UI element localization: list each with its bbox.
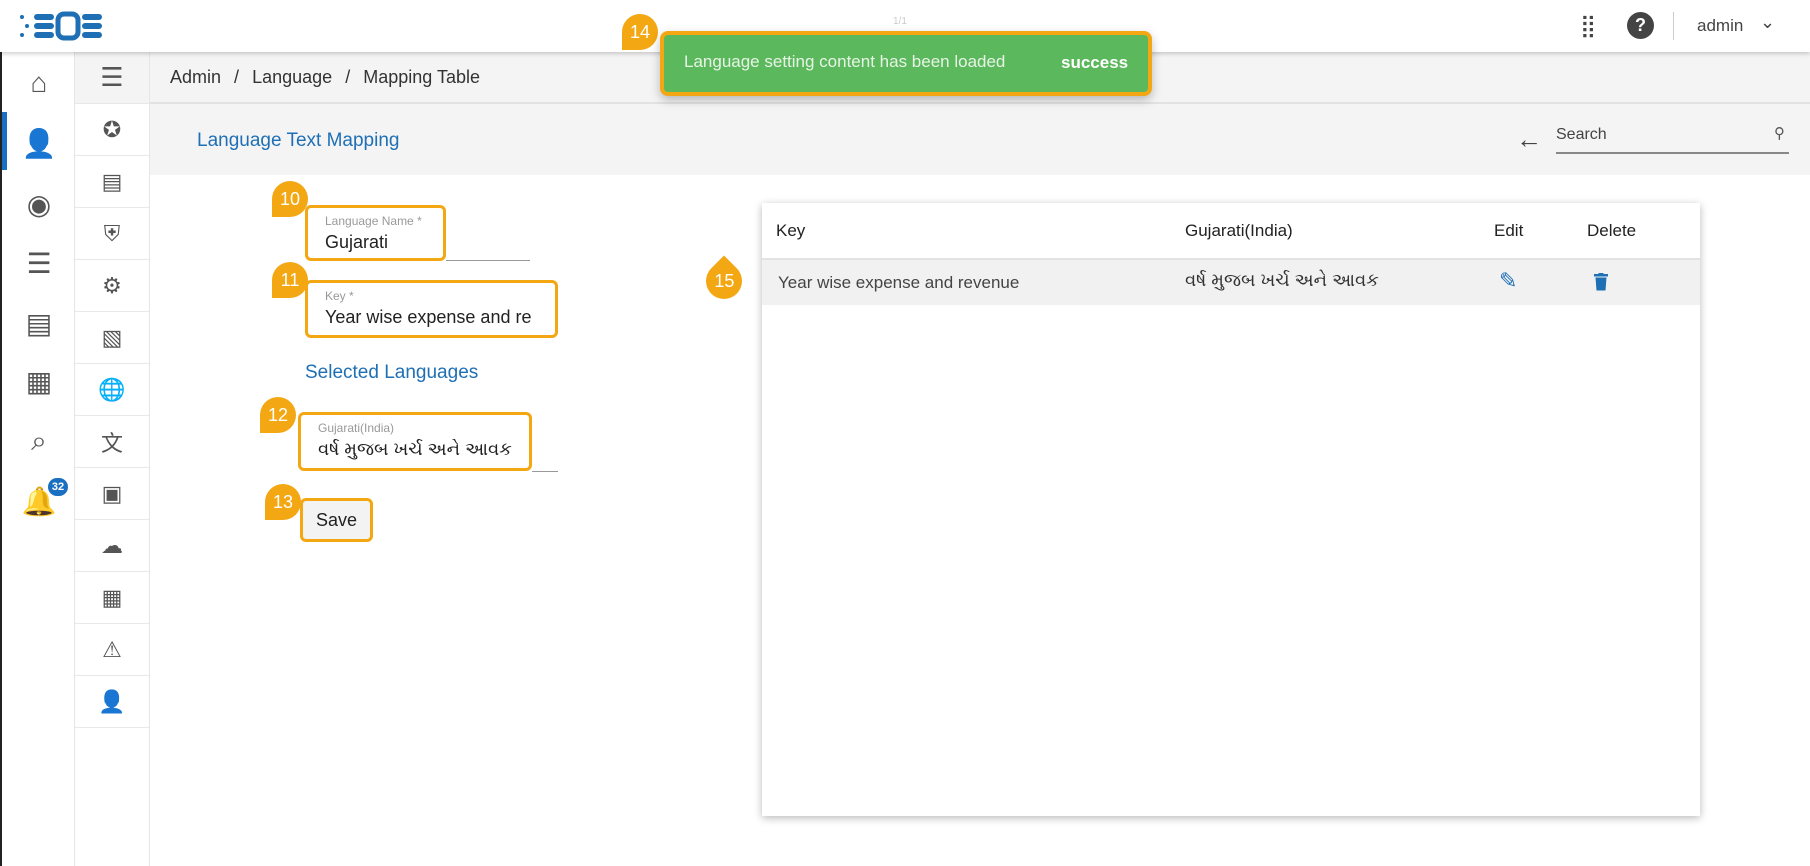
delete-trash-icon[interactable]	[1594, 273, 1608, 291]
admin-sidebar: ☰ ✪ ▤ ⛨ ⚙ ▧ 🌐 文 ▣ ☁ ▦ ⚠ 👤	[75, 52, 150, 866]
award-settings-icon[interactable]: ✪	[75, 104, 149, 156]
breadcrumb-language[interactable]: Language	[252, 67, 332, 87]
annotation-badge: 10	[272, 181, 308, 217]
search-input[interactable]: Search ⚲	[1556, 122, 1789, 154]
mapping-table: Key Gujarati(India) Edit Delete Year wis…	[762, 203, 1700, 816]
menu-toggle-icon[interactable]: ☰	[75, 52, 149, 104]
annotation-badge: 15	[698, 255, 750, 307]
certificate-icon[interactable]: ▣	[75, 468, 149, 520]
breadcrumb-admin[interactable]: Admin	[170, 67, 221, 87]
header-divider	[1673, 12, 1674, 40]
presentation-user-icon[interactable]: ▤	[20, 304, 58, 342]
language-name-label: Language Name *	[325, 214, 422, 228]
save-button[interactable]: Save	[300, 498, 373, 542]
gujarati-translation-field[interactable]: Gujarati(India) વર્ષ મુજબ ખર્ચ અને આવક	[298, 412, 532, 471]
search-icon[interactable]: ⚲	[1774, 124, 1785, 142]
annotation-badge: 14	[622, 14, 658, 50]
apps-grid-icon[interactable]: ⣿	[1580, 13, 1596, 39]
billing-icon[interactable]: ▤	[75, 156, 149, 208]
user-clock-icon[interactable]: 👤	[75, 676, 149, 728]
gujarati-label: Gujarati(India)	[318, 421, 395, 435]
user-info-icon[interactable]: ◉	[20, 185, 58, 223]
key-label: Key *	[325, 289, 354, 303]
annotation-badge: 13	[265, 484, 301, 520]
report-search-icon[interactable]: ▦	[20, 362, 58, 400]
page-title: Language Text Mapping	[197, 130, 400, 151]
calendar-search-icon[interactable]: ▦	[75, 572, 149, 624]
cell-gujarati: વર્ષ મુજબ ખર્ચ અને આવક	[1185, 270, 1379, 290]
toast-notification: Language setting content has been loaded…	[660, 31, 1152, 96]
main-nav-rail: ⌂ 👤 ◉ ☰ ▤ ▦ ⌕ 🔔 32	[0, 52, 75, 866]
breadcrumb-separator: /	[234, 67, 240, 87]
notification-count: 32	[48, 478, 68, 496]
document-settings-icon[interactable]: ▧	[75, 312, 149, 364]
toast-status: success	[1061, 53, 1129, 72]
chevron-down-icon[interactable]: ⌄	[1760, 12, 1775, 33]
breadcrumb-separator: /	[345, 67, 351, 87]
gears-icon[interactable]: ⚙	[75, 260, 149, 312]
column-header-key: Key	[776, 221, 806, 240]
annotation-badge: 11	[272, 262, 308, 298]
column-header-delete: Delete	[1587, 221, 1637, 240]
cloud-transfer-icon[interactable]: ☁	[75, 520, 149, 572]
language-name-field[interactable]: Language Name * Gujarati	[305, 205, 446, 261]
toast-message: Language setting content has been loaded	[684, 52, 1006, 71]
home-icon[interactable]: ⌂	[20, 64, 58, 102]
security-shield-icon[interactable]: ⛨	[75, 208, 149, 260]
key-value: Year wise expense and re	[325, 307, 532, 327]
field-underline	[446, 260, 530, 261]
language-translate-icon[interactable]: 文	[75, 416, 149, 468]
search-placeholder: Search	[1556, 126, 1607, 143]
field-underline	[532, 471, 558, 472]
globe-cloud-icon[interactable]: 🌐	[75, 364, 149, 416]
language-name-value: Gujarati	[325, 232, 389, 252]
breadcrumb-mapping-table: Mapping Table	[363, 67, 480, 87]
server-warning-icon[interactable]: ⚠	[75, 624, 149, 676]
user-menu[interactable]: admin	[1697, 16, 1743, 36]
help-icon[interactable]: ?	[1627, 12, 1654, 39]
key-field[interactable]: Key * Year wise expense and re	[305, 280, 558, 338]
database-network-icon[interactable]: ☰	[20, 244, 58, 282]
annotation-badge: 12	[260, 397, 296, 433]
bdb-logo[interactable]	[18, 10, 104, 42]
selected-languages-heading: Selected Languages	[305, 362, 479, 383]
back-arrow-icon[interactable]: ←	[1516, 124, 1542, 155]
cell-key: Year wise expense and revenue	[778, 273, 1020, 292]
save-label: Save	[315, 509, 358, 530]
active-indicator	[2, 112, 7, 170]
edit-pencil-icon[interactable]: ✎	[1499, 268, 1517, 294]
table-row: Year wise expense and revenue વર્ષ મુજબ …	[762, 258, 1700, 305]
column-header-edit: Edit	[1494, 221, 1524, 240]
annotation-number: 15	[713, 270, 735, 291]
page-header: Language Text Mapping ← Search ⚲	[150, 104, 1810, 175]
user-settings-icon[interactable]: 👤	[20, 124, 58, 162]
toast-counter: 1/1	[893, 16, 907, 27]
breadcrumb: Admin / Language / Mapping Table	[170, 67, 480, 88]
data-search-icon[interactable]: ⌕	[20, 422, 58, 460]
gujarati-value: વર્ષ મુજબ ખર્ચ અને આવક	[318, 439, 512, 459]
column-header-gujarati: Gujarati(India)	[1185, 221, 1293, 240]
